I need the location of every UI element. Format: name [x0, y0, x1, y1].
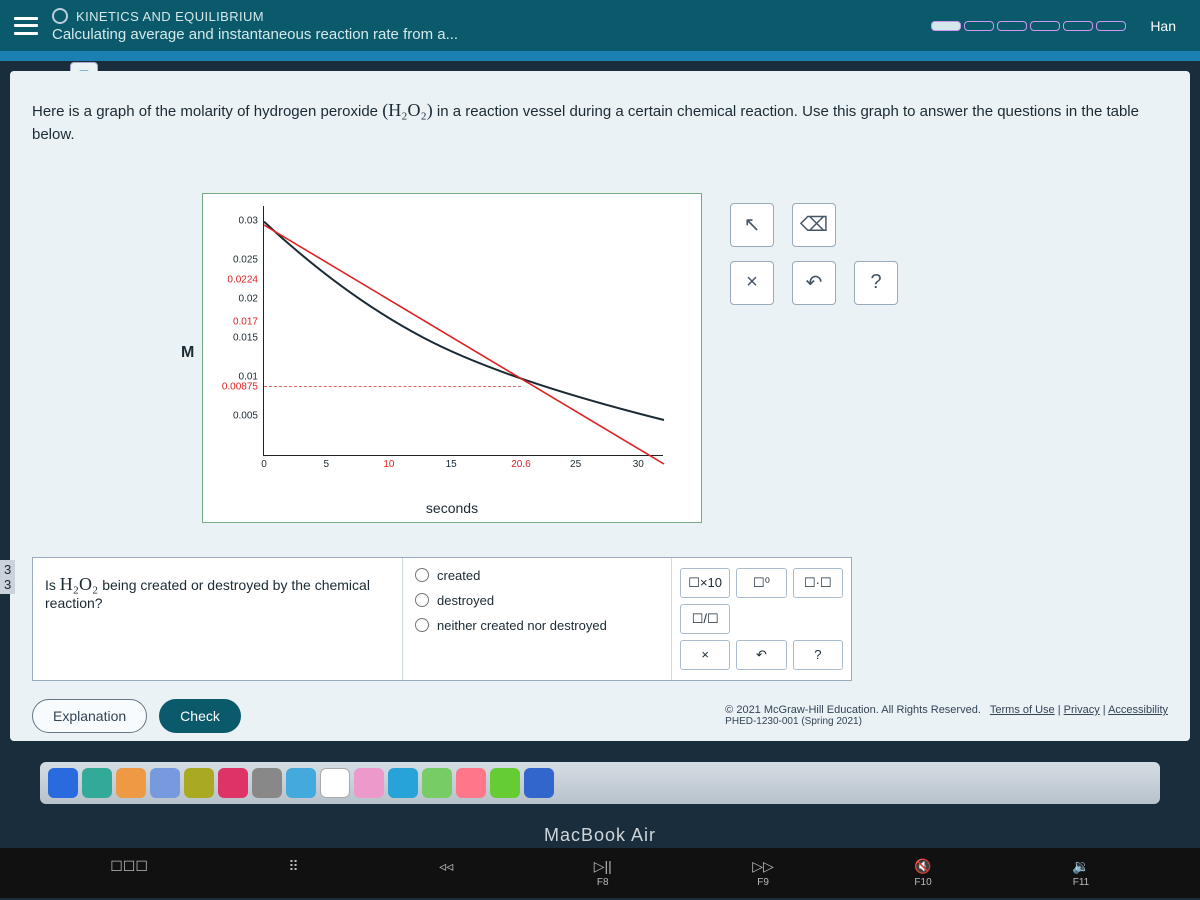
fn-key-spotlight[interactable]: ⠿: [288, 858, 298, 888]
plot-area: 0.005 0.00875 0.01 0.015 0.017 0.02 0.02…: [263, 206, 663, 456]
dock-app-icon[interactable]: [184, 768, 214, 798]
app-header: KINETICS AND EQUILIBRIUM Calculating ave…: [0, 0, 1200, 51]
math-keypad: ☐×10 ☐⁰ ☐·☐ ☐/☐ × ↶ ?: [671, 558, 851, 680]
rewind-icon: ◃◃: [439, 858, 453, 875]
help-icon: ?: [870, 271, 881, 294]
dock-app-icon[interactable]: [422, 768, 452, 798]
mission-control-icon: ☐☐☐: [110, 858, 148, 875]
key-dot[interactable]: ☐·☐: [793, 568, 843, 598]
y-tick: 0.03: [239, 215, 264, 226]
x-tick: 15: [446, 455, 457, 470]
y-tick: 0.00875: [222, 381, 264, 392]
dock-app-icon[interactable]: [218, 768, 248, 798]
y-tick: 0.017: [233, 317, 264, 328]
dock-app-icon[interactable]: [48, 768, 78, 798]
x-tick: 30: [633, 455, 644, 470]
radio-created[interactable]: [415, 568, 429, 582]
user-name-chip[interactable]: Han: [1140, 18, 1186, 34]
undo-button[interactable]: ↶: [792, 261, 836, 305]
y-tick: 0.01: [239, 371, 264, 382]
macos-dock[interactable]: [40, 762, 1160, 804]
fn-key-forward[interactable]: ▷▷F9: [752, 858, 774, 888]
launchpad-icon: ⠿: [288, 858, 298, 875]
dock-app-icon[interactable]: [150, 768, 180, 798]
dock-app-icon[interactable]: [524, 768, 554, 798]
progress-segments: [931, 21, 1126, 31]
fn-key-rewind[interactable]: ◃◃: [439, 858, 453, 888]
y-axis-label: M: [181, 344, 194, 362]
dock-app-icon[interactable]: [286, 768, 316, 798]
select-tool-button[interactable]: ↖: [730, 203, 774, 247]
volume-down-icon: 🔉: [1072, 858, 1089, 875]
y-tick: 0.02: [239, 293, 264, 304]
check-button[interactable]: Check: [159, 699, 241, 733]
fn-key-mute[interactable]: 🔇F10: [914, 858, 931, 888]
radio-destroyed[interactable]: [415, 593, 429, 607]
pointer-icon: ↖: [744, 212, 761, 237]
y-tick: 0.015: [233, 332, 264, 343]
key-fraction[interactable]: ☐/☐: [680, 604, 730, 634]
dock-app-icon[interactable]: [116, 768, 146, 798]
footer-bar: Explanation Check © 2021 McGraw-Hill Edu…: [32, 699, 1168, 733]
erase-icon: ⌫: [800, 212, 828, 237]
page-margin-label: 3 3: [0, 560, 15, 594]
menu-icon[interactable]: [14, 17, 38, 35]
formula-h2o2: (H₂O₂): [382, 100, 433, 120]
answer-options: created destroyed neither created nor de…: [403, 558, 671, 680]
undo-icon: ↶: [806, 270, 823, 295]
key-undo[interactable]: ↶: [736, 640, 786, 670]
radio-neither[interactable]: [415, 618, 429, 632]
help-button[interactable]: ?: [854, 261, 898, 305]
dock-app-icon[interactable]: [252, 768, 282, 798]
content-panel: Here is a graph of the molarity of hydro…: [10, 71, 1190, 741]
fn-key-mission[interactable]: ☐☐☐: [110, 858, 148, 888]
erase-tool-button[interactable]: ⌫: [792, 203, 836, 247]
x-tick: 0: [261, 455, 267, 470]
option-neither[interactable]: neither created nor destroyed: [415, 618, 659, 633]
keyboard-fn-row: ☐☐☐ ⠿ ◃◃ ▷||F8 ▷▷F9 🔇F10 🔉F11: [0, 848, 1200, 898]
graph-toolbar: ↖ ⌫ × ↶ ?: [730, 193, 898, 305]
question-stem: Is H₂O₂ being created or destroyed by th…: [33, 558, 403, 680]
y-tick: 0.025: [233, 255, 264, 266]
x-axis-label: seconds: [426, 500, 478, 516]
dock-app-icon[interactable]: [354, 768, 384, 798]
chart-curves: [264, 206, 664, 456]
y-tick: 0.0224: [227, 275, 264, 286]
option-created[interactable]: created: [415, 568, 659, 583]
option-destroyed[interactable]: destroyed: [415, 593, 659, 608]
x-tick: 25: [570, 455, 581, 470]
close-icon: ×: [746, 271, 758, 294]
link-privacy[interactable]: Privacy: [1064, 704, 1100, 716]
link-accessibility[interactable]: Accessibility: [1108, 704, 1168, 716]
laptop-model-label: MacBook Air: [0, 825, 1200, 846]
question-card: Is H₂O₂ being created or destroyed by th…: [32, 557, 852, 681]
dock-app-icon[interactable]: [388, 768, 418, 798]
playpause-icon: ▷||: [594, 858, 612, 875]
explanation-button[interactable]: Explanation: [32, 699, 147, 733]
dock-app-icon[interactable]: [490, 768, 520, 798]
link-terms[interactable]: Terms of Use: [990, 704, 1055, 716]
key-super[interactable]: ☐⁰: [736, 568, 786, 598]
course-code: PHED-1230-001 (Spring 2021): [725, 716, 1168, 727]
fn-key-voldown[interactable]: 🔉F11: [1072, 858, 1089, 888]
section-name: KINETICS AND EQUILIBRIUM: [52, 8, 917, 24]
dock-app-icon[interactable]: [320, 768, 350, 798]
dock-app-icon[interactable]: [456, 768, 486, 798]
forward-icon: ▷▷: [752, 858, 774, 875]
key-sci-notation[interactable]: ☐×10: [680, 568, 730, 598]
mute-icon: 🔇: [914, 858, 931, 875]
key-help[interactable]: ?: [793, 640, 843, 670]
concentration-graph[interactable]: M seconds 0.005 0.00875 0.01 0.015 0.017…: [202, 193, 702, 523]
x-tick: 5: [323, 455, 329, 470]
key-clear[interactable]: ×: [680, 640, 730, 670]
copyright-text: © 2021 McGraw-Hill Education. All Rights…: [725, 704, 1168, 727]
x-tick: 20.6: [511, 455, 530, 470]
fn-key-playpause[interactable]: ▷||F8: [594, 858, 612, 888]
assignment-title: Calculating average and instantaneous re…: [52, 26, 917, 43]
reset-button[interactable]: ×: [730, 261, 774, 305]
dock-app-icon[interactable]: [82, 768, 112, 798]
x-tick: 10: [383, 455, 394, 470]
y-tick: 0.005: [233, 410, 264, 421]
prompt-text: Here is a graph of the molarity of hydro…: [32, 97, 1168, 147]
